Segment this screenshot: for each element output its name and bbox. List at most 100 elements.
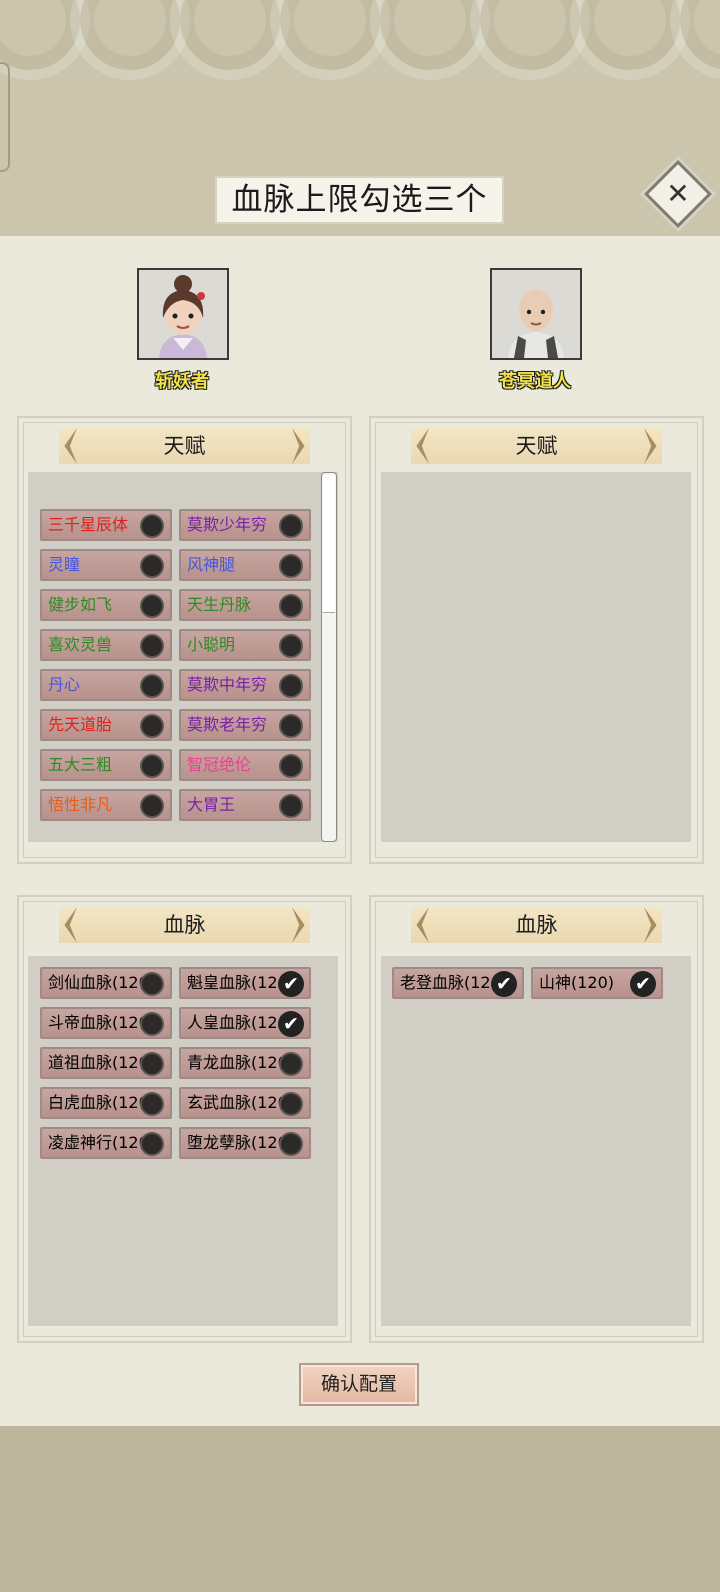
talent-option[interactable]: 灵瞳	[40, 549, 172, 581]
avatar-right[interactable]	[490, 268, 582, 360]
talent-label: 大胃王	[187, 795, 236, 814]
unchecked-radio-icon[interactable]	[279, 554, 303, 578]
talent-option[interactable]: 悟性非凡	[40, 789, 172, 821]
bloodline-option[interactable]: 山神(120) ✔	[531, 967, 663, 999]
checkmark-icon[interactable]: ✔	[630, 971, 656, 997]
talent-option[interactable]: 莫欺老年穷	[179, 709, 311, 741]
checkmark-icon[interactable]: ✔	[491, 971, 517, 997]
bloodline-option[interactable]: 玄武血脉(120)	[179, 1087, 311, 1119]
unchecked-radio-icon[interactable]	[140, 1052, 164, 1076]
bottom-background	[0, 1426, 720, 1592]
checkmark-icon[interactable]: ✔	[278, 971, 304, 997]
talent-option[interactable]: 大胃王	[179, 789, 311, 821]
talent-option[interactable]: 喜欢灵兽	[40, 629, 172, 661]
talent-option[interactable]: 莫欺少年穷	[179, 509, 311, 541]
talent-option[interactable]: 五大三粗	[40, 749, 172, 781]
talent-label: 三千星辰体	[48, 515, 129, 534]
bloodline-header-label: 血脉	[515, 913, 558, 937]
bloodline-option[interactable]: 青龙血脉(120)	[179, 1047, 311, 1079]
unchecked-radio-icon[interactable]	[140, 634, 164, 658]
chevron-left-icon	[416, 428, 429, 464]
bloodline-label: 堕龙孽脉(120)	[187, 1133, 295, 1152]
bloodline-label: 凌虚神行(120)	[48, 1133, 156, 1152]
talent-label: 莫欺老年穷	[187, 715, 268, 734]
talent-list-left[interactable]: 三千星辰体 莫欺少年穷灵瞳 风神腿 健步如飞 天生丹脉喜欢灵兽 小聪明 丹心 莫欺中年穷先天道…	[28, 472, 338, 842]
talent-option[interactable]: 风神腿	[179, 549, 311, 581]
bloodline-option[interactable]: 老登血脉(120) ✔	[392, 967, 524, 999]
bloodline-header-right: 血脉	[411, 907, 662, 943]
unchecked-radio-icon[interactable]	[279, 794, 303, 818]
talent-label: 灵瞳	[48, 555, 81, 574]
talent-option[interactable]: 三千星辰体	[40, 509, 172, 541]
unchecked-radio-icon[interactable]	[140, 674, 164, 698]
unchecked-radio-icon[interactable]	[279, 714, 303, 738]
bloodline-list-right[interactable]: 老登血脉(120) ✔ 山神(120) ✔	[381, 956, 691, 1326]
talent-option[interactable]: 丹心	[40, 669, 172, 701]
bloodline-option[interactable]: 斗帝血脉(120)	[40, 1007, 172, 1039]
talent-scrollbar[interactable]	[321, 472, 337, 842]
bloodline-label: 玄武血脉(120)	[187, 1093, 295, 1112]
bloodline-option[interactable]: 道祖血脉(120)	[40, 1047, 172, 1079]
unchecked-radio-icon[interactable]	[140, 594, 164, 618]
unchecked-radio-icon[interactable]	[140, 972, 164, 996]
bloodline-option[interactable]: 堕龙孽脉(120)	[179, 1127, 311, 1159]
talent-option[interactable]: 先天道胎	[40, 709, 172, 741]
talent-option[interactable]: 智冠绝伦	[179, 749, 311, 781]
talent-header-label: 天赋	[515, 434, 558, 458]
chevron-left-icon	[416, 907, 429, 943]
talent-option[interactable]: 小聪明	[179, 629, 311, 661]
character-name-right: 苍冥道人	[499, 371, 571, 392]
confirm-config-button[interactable]: 确认配置	[299, 1363, 419, 1406]
unchecked-radio-icon[interactable]	[279, 514, 303, 538]
unchecked-radio-icon[interactable]	[140, 794, 164, 818]
scrollbar-thumb[interactable]	[323, 475, 335, 613]
talent-label: 小聪明	[187, 635, 236, 654]
bloodline-option[interactable]: 白虎血脉(120)	[40, 1087, 172, 1119]
talent-option[interactable]: 莫欺中年穷	[179, 669, 311, 701]
talent-list-right[interactable]	[381, 472, 691, 842]
bloodline-list-left[interactable]: 剑仙血脉(120) 魁皇血脉(120) ✔ 斗帝血脉(120) 人皇血脉(120) ✔ 道祖…	[28, 956, 338, 1326]
talent-option[interactable]: 健步如飞	[40, 589, 172, 621]
talent-header-label: 天赋	[163, 434, 206, 458]
talent-option[interactable]: 天生丹脉	[179, 589, 311, 621]
unchecked-radio-icon[interactable]	[279, 634, 303, 658]
unchecked-radio-icon[interactable]	[279, 674, 303, 698]
close-icon: ✕	[666, 177, 690, 210]
talent-label: 风神腿	[187, 555, 236, 574]
unchecked-radio-icon[interactable]	[140, 1012, 164, 1036]
unchecked-radio-icon[interactable]	[140, 1092, 164, 1116]
unchecked-radio-icon[interactable]	[140, 554, 164, 578]
unchecked-radio-icon[interactable]	[279, 594, 303, 618]
unchecked-radio-icon[interactable]	[279, 754, 303, 778]
unchecked-radio-icon[interactable]	[140, 1132, 164, 1156]
bloodline-option[interactable]: 凌虚神行(120)	[40, 1127, 172, 1159]
bloodline-label: 斗帝血脉(120)	[48, 1013, 156, 1032]
talent-label: 天生丹脉	[187, 595, 252, 614]
bloodline-label: 白虎血脉(120)	[48, 1093, 156, 1112]
talent-header-right: 天赋	[411, 428, 662, 464]
chevron-left-icon	[64, 428, 77, 464]
talent-label: 五大三粗	[48, 755, 113, 774]
bloodline-option[interactable]: 魁皇血脉(120) ✔	[179, 967, 311, 999]
talent-label: 先天道胎	[48, 715, 113, 734]
unchecked-radio-icon[interactable]	[279, 1052, 303, 1076]
bloodline-option[interactable]: 人皇血脉(120) ✔	[179, 1007, 311, 1039]
checkmark-icon[interactable]: ✔	[278, 1011, 304, 1037]
bloodline-label: 道祖血脉(120)	[48, 1053, 156, 1072]
bloodline-label: 青龙血脉(120)	[187, 1053, 295, 1072]
talent-label: 莫欺中年穷	[187, 675, 268, 694]
unchecked-radio-icon[interactable]	[140, 714, 164, 738]
unchecked-radio-icon[interactable]	[279, 1092, 303, 1116]
chevron-left-icon	[64, 907, 77, 943]
bloodline-label: 剑仙血脉(120)	[48, 973, 156, 992]
unchecked-radio-icon[interactable]	[140, 754, 164, 778]
bloodline-option[interactable]: 剑仙血脉(120)	[40, 967, 172, 999]
unchecked-radio-icon[interactable]	[140, 514, 164, 538]
page-title: 血脉上限勾选三个	[215, 176, 504, 224]
talent-label: 莫欺少年穷	[187, 515, 268, 534]
side-handle	[0, 62, 10, 172]
avatar-left[interactable]	[137, 268, 229, 360]
unchecked-radio-icon[interactable]	[279, 1132, 303, 1156]
talent-label: 智冠绝伦	[187, 755, 252, 774]
talent-label: 喜欢灵兽	[48, 635, 113, 654]
